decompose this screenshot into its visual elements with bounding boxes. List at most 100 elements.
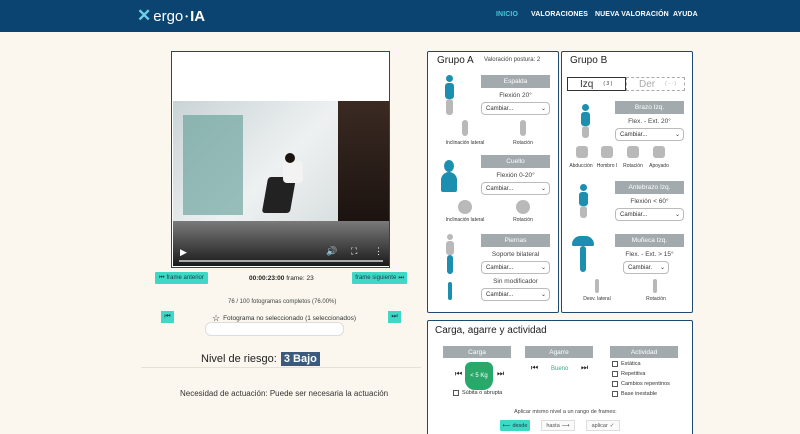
nav-link-nueva-valoracion[interactable]: NUEVA VALORACIÓN xyxy=(595,11,669,18)
cuello-inclinacion-icon[interactable] xyxy=(458,200,472,214)
fullscreen-icon[interactable]: ⛶ xyxy=(351,246,357,257)
hasta-button[interactable]: hasta ⟶ xyxy=(541,420,575,431)
agarre-value: Bueno xyxy=(551,366,569,372)
nav-link-valoraciones[interactable]: VALORACIONES xyxy=(531,11,588,18)
last-frame-button[interactable]: ⏭ xyxy=(388,311,401,323)
espalda-figure-head xyxy=(446,75,453,82)
brazo-select[interactable]: Cambiar... ⌄ xyxy=(615,128,684,141)
subita-checkbox[interactable]: Súbita o abrupta xyxy=(453,390,502,396)
frame-comment-input[interactable] xyxy=(205,322,344,336)
piernas-modifier: Sin modificador xyxy=(493,278,538,285)
skip-forward-icon: ⏭ xyxy=(398,274,404,281)
cambios-checkbox[interactable]: Cambios repentinos xyxy=(612,381,670,387)
cuello-select[interactable]: Cambiar... ⌄ xyxy=(481,182,550,195)
antebrazo-figure-legs xyxy=(580,206,587,218)
piernas-select[interactable]: Cambiar... ⌄ xyxy=(481,261,550,274)
cuello-rotacion-label: Rotación xyxy=(513,217,533,223)
brazo-figure-legs xyxy=(582,126,589,138)
chevron-down-icon: ⌄ xyxy=(540,186,546,192)
piernas-figure-torso xyxy=(446,241,454,255)
estatica-checkbox[interactable]: Estática xyxy=(612,361,641,367)
chevron-down-icon: ⌄ xyxy=(674,132,680,138)
rotacion-icon[interactable] xyxy=(518,120,528,136)
base-inestable-checkbox[interactable]: Base inestable xyxy=(612,391,657,397)
cuello-rotacion-figure xyxy=(516,200,530,214)
arrow-left-icon: ⟵ xyxy=(502,422,511,429)
piernas-modifier-select[interactable]: Cambiar... ⌄ xyxy=(481,288,550,301)
check-icon: ✓ xyxy=(609,422,615,429)
video-progress-bar[interactable] xyxy=(179,260,383,262)
logo-dot: • xyxy=(185,11,189,21)
prev-frame-button[interactable]: ⏮ frame anterior xyxy=(155,272,208,284)
cuello-lateral-label: Inclinación lateral xyxy=(445,217,485,223)
risk-level-label: Nivel de riesgo: xyxy=(201,353,277,365)
nav-link-ayuda[interactable]: AYUDA xyxy=(673,11,698,18)
desde-button[interactable]: ⟵ desde xyxy=(500,420,530,431)
cuello-select-value: Cambiar... xyxy=(486,185,514,192)
actividad-header: Actividad xyxy=(610,346,678,358)
muneca-value: Flex. - Ext. > 15° xyxy=(625,251,674,258)
repetitiva-checkbox[interactable]: Repetitiva xyxy=(612,371,645,377)
brazo-header: Brazo Izq. xyxy=(615,101,684,114)
aplicar-button[interactable]: aplicar ✓ xyxy=(586,420,620,431)
tab-izq[interactable]: Izq ( 3 ) xyxy=(567,77,626,91)
video-player[interactable] xyxy=(173,101,389,266)
risk-level: Nivel de riesgo: 3 Bajo xyxy=(201,352,320,366)
agarre-decrease-icon[interactable]: ⏮ xyxy=(531,363,538,373)
cambios-label: Cambios repentinos xyxy=(621,381,670,387)
first-frame-button[interactable]: ⏮ xyxy=(161,311,174,323)
inclinacion-lateral-icon[interactable] xyxy=(460,120,470,136)
play-icon[interactable]: ▶ xyxy=(180,247,187,258)
video-panel: ▶ 🔊 ⛶ ⋮ xyxy=(171,51,390,268)
muneca-rotacion-figure xyxy=(653,279,657,293)
carga-decrease-icon[interactable]: ⏮ xyxy=(455,369,462,379)
brazo-rotacion-icon[interactable] xyxy=(627,146,639,158)
divider xyxy=(141,367,421,368)
necesidad-text: Necesidad de actuación: Puede ser necesa… xyxy=(180,389,389,398)
muneca-select[interactable]: Cambiar. ⌄ xyxy=(623,261,669,274)
estatica-checkbox-box xyxy=(612,361,618,367)
logo-text: ergo xyxy=(153,7,184,25)
espalda-lateral-label: Inclinación lateral xyxy=(445,140,485,146)
muneca-rotacion-label: Rotación xyxy=(646,296,666,302)
agarre-increase-icon[interactable]: ⏭ xyxy=(581,363,588,373)
rotacion-figure xyxy=(520,120,526,136)
muneca-rotacion-icon[interactable] xyxy=(651,279,659,293)
base-inestable-checkbox-box xyxy=(612,391,618,397)
tab-der[interactable]: Der ( - - ) xyxy=(626,77,685,91)
next-frame-button[interactable]: frame siguiente ⏭ xyxy=(352,272,407,284)
repetitiva-label: Repetitiva xyxy=(621,371,646,377)
arrow-right-icon: ⟶ xyxy=(561,422,570,429)
apoyado-figure xyxy=(653,146,665,158)
desv-lateral-icon[interactable] xyxy=(593,279,601,293)
abduccion-icon[interactable] xyxy=(576,146,588,158)
risk-level-badge: 3 Bajo xyxy=(280,352,320,366)
more-options-icon[interactable]: ⋮ xyxy=(374,246,383,257)
espalda-select[interactable]: Cambiar... ⌄ xyxy=(481,102,550,115)
piernas-figure-icon xyxy=(444,234,456,274)
subita-checkbox-box xyxy=(453,390,459,396)
cuello-figure-head xyxy=(444,160,454,172)
chevron-down-icon: ⌄ xyxy=(659,265,665,271)
espalda-value: Flexión 20° xyxy=(499,92,532,99)
piernas-value: Soporte bilateral xyxy=(491,251,540,258)
brazo-figure-head xyxy=(582,104,589,111)
apoyado-icon[interactable] xyxy=(653,146,665,158)
brazo-rotacion-figure xyxy=(627,146,639,158)
espalda-figure-legs xyxy=(446,99,453,115)
logo[interactable]: ✕ ergo • IA xyxy=(137,6,205,26)
espalda-select-value: Cambiar... xyxy=(486,105,514,112)
carga-increase-icon[interactable]: ⏭ xyxy=(497,369,504,379)
video-scene-door xyxy=(338,101,389,221)
nav-link-inicio[interactable]: INICIO xyxy=(496,11,518,18)
antebrazo-select[interactable]: Cambiar... ⌄ xyxy=(615,208,684,221)
aplicar-range-text: Aplicar mismo nivel a un rango de frames… xyxy=(514,409,617,415)
volume-icon[interactable]: 🔊 xyxy=(326,246,337,257)
cuello-figure-shoulders xyxy=(441,172,457,192)
espalda-figure-icon xyxy=(442,75,456,115)
hombro-icon[interactable] xyxy=(601,146,613,158)
brazo-rotacion-label: Rotación xyxy=(623,163,643,169)
cuello-rotacion-icon[interactable] xyxy=(516,200,530,214)
espalda-rotacion-label: Rotación xyxy=(513,140,533,146)
espalda-figure-torso xyxy=(445,83,454,99)
